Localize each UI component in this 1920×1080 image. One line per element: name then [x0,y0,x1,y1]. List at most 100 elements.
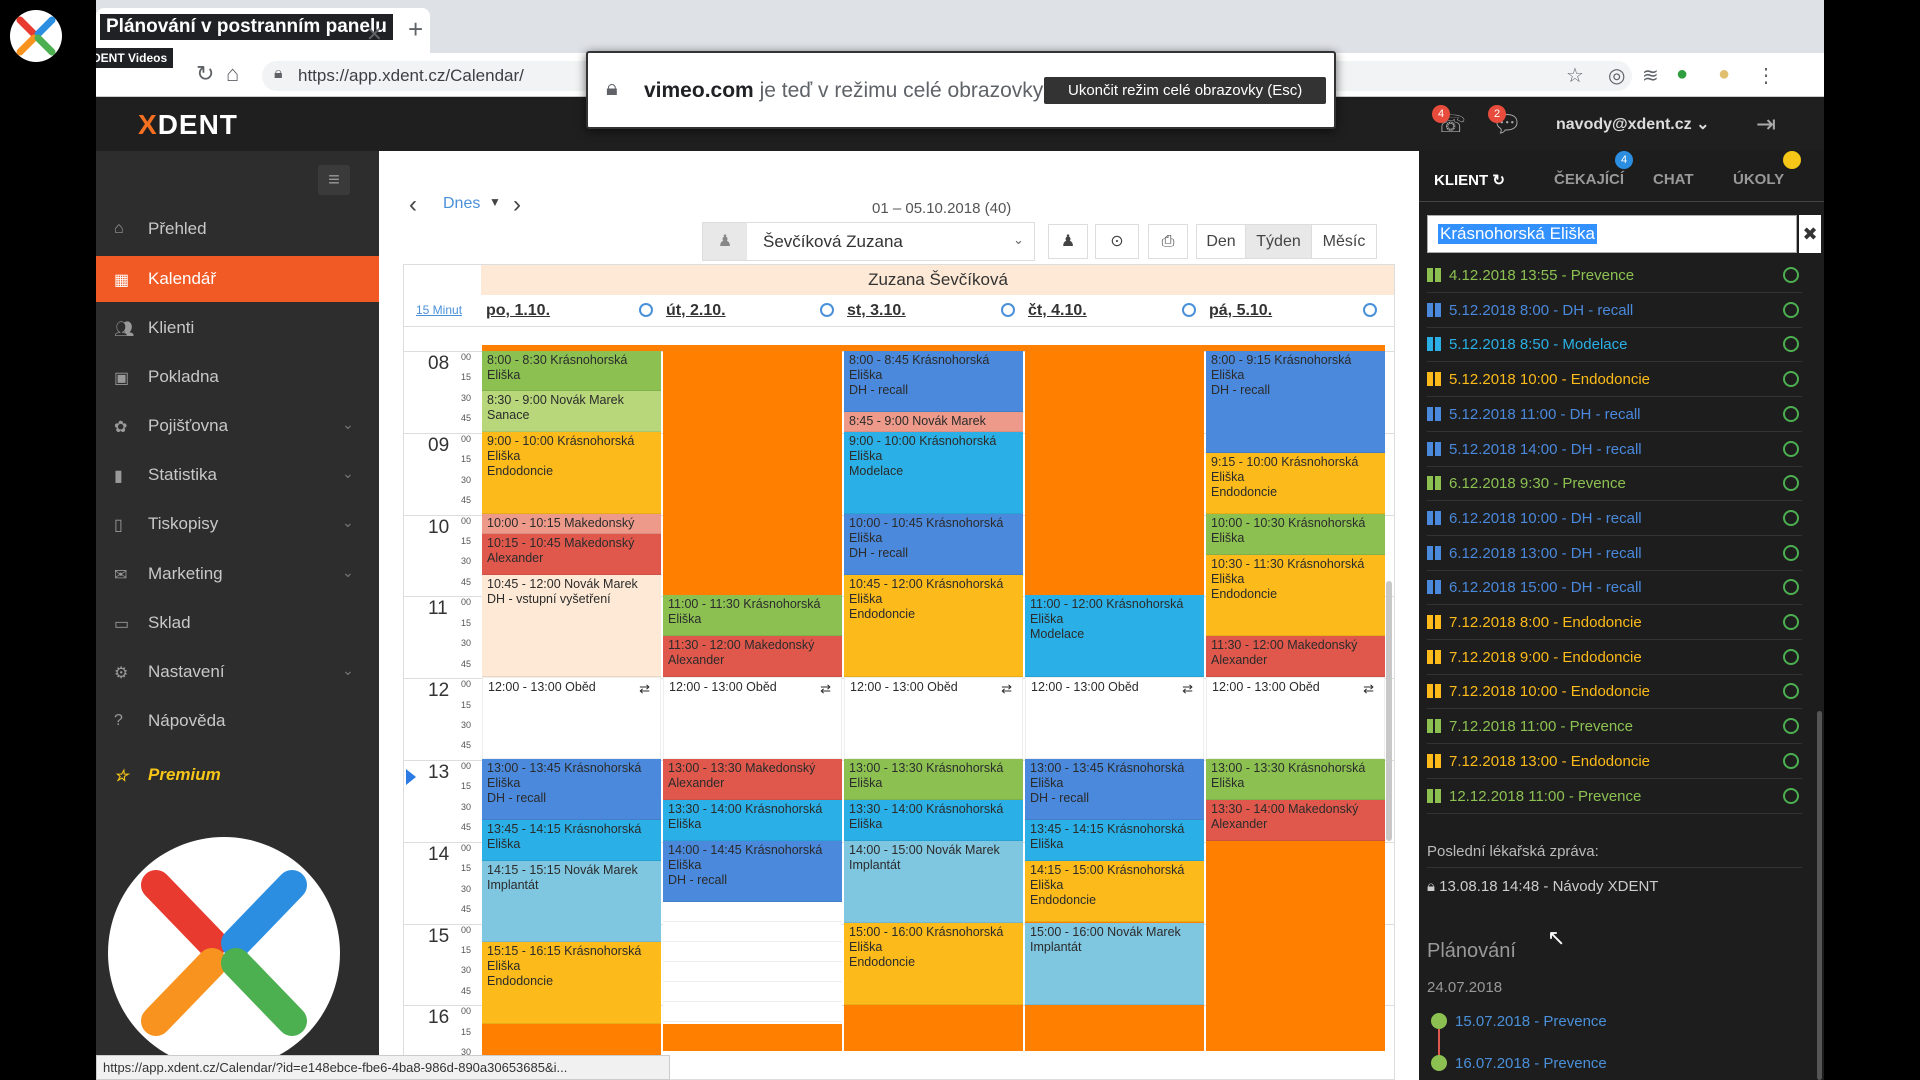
person-filter-button[interactable]: ♟ [1048,224,1088,259]
day-info-icon[interactable] [820,303,834,317]
appointment[interactable]: 13:00 - 13:30 Krásnohorská Eliška [844,759,1023,800]
appointment[interactable]: 13:00 - 13:30 Krásnohorská Eliška [1206,759,1385,800]
clock-icon[interactable] [1783,301,1799,318]
lunch-block[interactable]: 12:00 - 13:00 Oběd ⇄ [1025,677,1204,759]
appointment[interactable]: 8:30 - 9:00 Novák Marek Sanace [482,391,661,432]
xdent-logo[interactable]: XDENT [138,109,238,141]
tab-ukoly[interactable]: ÚKOLY [1733,171,1784,188]
planning-item[interactable]: 16.07.2018 - Prevence [1455,1055,1607,1072]
appointment[interactable]: 14:00 - 15:00 Novák Marek Implantát [844,841,1023,923]
appointment[interactable]: 15:00 - 16:00 Krásnohorská Eliška Endodonc… [844,923,1023,1005]
user-menu[interactable]: navody@xdent.cz ⌄ [1556,114,1710,134]
new-tab-icon[interactable]: + [408,14,423,45]
client-appointment-item[interactable]: 5.12.2018 8:50 - Modelace [1427,328,1802,363]
close-tab-icon[interactable]: ✕ [366,22,383,47]
client-appointment-item[interactable]: 5.12.2018 14:00 - DH - recall [1427,433,1802,467]
clock-icon[interactable] [1783,371,1799,388]
hamburger-menu-icon[interactable]: ≡ [318,165,350,195]
appointment[interactable]: 10:00 - 10:15 Makedonský [482,514,661,534]
prev-week-icon[interactable]: ‹ [409,191,417,219]
client-appointment-item[interactable]: 5.12.2018 10:00 - Endodoncie [1427,363,1802,398]
tab-klient[interactable]: KLIENT ↻ [1434,171,1505,189]
appointment[interactable]: 15:15 - 16:15 Krásnohorská Eliška Endodonc… [482,942,661,1024]
appointment[interactable]: 14:15 - 15:15 Novák Marek Implantát [482,861,661,942]
clock-icon[interactable] [1783,752,1799,769]
last-report[interactable]: 🔒︎ 13.08.18 14:48 - Návody XDENT [1427,878,1658,895]
dentist-select[interactable]: ♟ Ševčíková Zuzana ⌄ [702,222,1035,261]
lunch-block[interactable]: 12:00 - 13:00 Oběd ⇄ [663,677,842,759]
appointment[interactable]: 11:30 - 12:00 Makedonský Alexander [663,636,842,677]
appointment[interactable]: 13:00 - 13:30 Makedonský Alexander [663,759,842,800]
clock-icon[interactable] [1783,405,1799,422]
client-appointment-item[interactable]: 6.12.2018 10:00 - DH - recall [1427,502,1802,536]
sidebar-item-napoveda[interactable]: ? Nápověda [96,698,379,744]
day-column-wed[interactable]: 8:00 - 8:45 Krásnohorská Eliška DH - recal… [844,351,1023,1051]
appointment[interactable]: 8:00 - 8:30 Krásnohorská Eliška [482,351,661,391]
appointment[interactable]: 11:00 - 12:00 Krásnohorská Eliška Modelace [1025,595,1204,677]
planning-item[interactable]: 15.07.2018 - Prevence [1455,1013,1607,1030]
lunch-block[interactable]: 12:00 - 13:00 Oběd ⇄ [1206,677,1385,759]
view-week-button[interactable]: Týden [1245,224,1312,259]
day-column-thu[interactable]: 11:00 - 12:00 Krásnohorská Eliška Modelace… [1025,351,1204,1051]
appointment[interactable]: 13:30 - 14:00 Makedonský Alexander [1206,800,1385,841]
sidebar-item-statistika[interactable]: ▮ Statistika ⌄ [96,452,379,498]
appointment[interactable]: 14:00 - 14:45 Krásnohorská Eliška DH - rec… [663,841,842,902]
interval-link[interactable]: 15 Minut [416,303,462,317]
client-appointment-item[interactable]: 5.12.2018 8:00 - DH - recall [1427,294,1802,328]
client-appointment-item[interactable]: 6.12.2018 13:00 - DH - recall [1427,537,1802,571]
sidebar-item-kalendar[interactable]: ▦ Kalendář [96,256,379,302]
panel-scrollbar[interactable] [1817,711,1822,1080]
tab-chat[interactable]: CHAT [1653,171,1694,188]
today-dropdown-icon[interactable]: ▼ [489,195,501,209]
appointment[interactable]: 9:15 - 10:00 Krásnohorská Eliška Endodonci… [1206,453,1385,514]
extension-icon[interactable]: ◎ [1608,63,1625,88]
sidebar-item-pokladna[interactable]: ▣ Pokladna [96,354,379,400]
print-icon[interactable]: ⎙ [1148,224,1188,259]
client-appointment-item[interactable]: 7.12.2018 9:00 - Endodoncie [1427,641,1802,675]
appointment[interactable]: 13:45 - 14:15 Krásnohorská Eliška [482,820,661,861]
lunch-block[interactable]: 12:00 - 13:00 Oběd ⇄ [844,677,1023,759]
day-header-fri[interactable]: pá, 5.10. [1209,302,1272,320]
sidebar-item-tiskopisy[interactable]: ▯ Tiskopisy ⌄ [96,501,379,547]
logout-icon[interactable]: ⇥ [1756,110,1776,139]
day-info-icon[interactable] [639,303,653,317]
clock-icon[interactable] [1783,787,1799,804]
exit-fullscreen-button[interactable]: Ukončit režim celé obrazovky (Esc) [1044,77,1327,104]
appointment[interactable]: 10:45 - 12:00 Novák Marek DH - vstupní vy… [482,575,661,677]
appointment[interactable]: 10:00 - 10:45 Krásnohorská Eliška DH - rec… [844,514,1023,575]
sidebar-item-marketing[interactable]: ✉ Marketing ⌄ [96,551,379,597]
client-appointment-item[interactable]: 6.12.2018 15:00 - DH - recall [1427,571,1802,606]
clock-icon[interactable] [1783,718,1799,735]
clock-icon[interactable] [1783,544,1799,561]
clock-icon[interactable] [1783,267,1799,283]
appointment[interactable]: 9:00 - 10:00 Krásnohorská Eliška Modelace [844,432,1023,514]
clock-icon[interactable] [1783,579,1799,596]
profile-avatar-icon[interactable]: ● [1718,63,1730,86]
clock-icon[interactable] [1783,614,1799,630]
day-column-mon[interactable]: 8:00 - 8:30 Krásnohorská Eliška 8:30 - 9:… [482,351,661,1079]
client-appointment-item[interactable]: 5.12.2018 11:00 - DH - recall [1427,398,1802,432]
sidebar-item-nastaveni[interactable]: ⚙ Nastavení ⌄ [96,649,379,695]
appointment[interactable]: 8:00 - 9:15 Krásnohorská Eliška DH - recal… [1206,351,1385,453]
appointment[interactable]: 8:45 - 9:00 Novák Marek [844,412,1023,432]
sidebar-item-klienti[interactable]: 👥︎ Klienti [96,305,379,351]
clock-icon[interactable] [1783,509,1799,526]
appointment[interactable]: 10:15 - 10:45 Makedonský Alexander [482,534,661,575]
clock-icon[interactable] [1783,683,1799,700]
sidebar-item-prehled[interactable]: ⌂ Přehled [96,206,379,252]
clear-search-icon[interactable]: ✖ [1799,215,1821,253]
day-column-tue[interactable]: 11:00 - 11:30 Krásnohorská Eliška 11:30 -… [663,351,842,1051]
appointment[interactable]: 11:00 - 11:30 Krásnohorská Eliška [663,595,842,636]
layers-extension-icon[interactable]: ≋ [1642,63,1659,88]
sidebar-item-sklad[interactable]: ▭ Sklad [96,600,379,646]
client-appointment-item[interactable]: 6.12.2018 9:30 - Prevence [1427,467,1802,502]
today-button[interactable]: Dnes [443,195,480,213]
grid-scrollbar[interactable] [1386,581,1392,841]
client-appointment-item[interactable]: 7.12.2018 10:00 - Endodoncie [1427,675,1802,710]
appointment[interactable]: 9:00 - 10:00 Krásnohorská Eliška Endodonci… [482,432,661,514]
lunch-block[interactable]: 12:00 - 13:00 Oběd ⇄ [482,677,661,759]
appointment[interactable]: 10:00 - 10:30 Krásnohorská Eliška [1206,514,1385,555]
sidebar-item-premium[interactable]: ☆ Premium [96,752,379,798]
next-week-icon[interactable]: › [513,191,521,219]
appointment[interactable]: 8:00 - 8:45 Krásnohorská Eliška DH - recal… [844,351,1023,412]
